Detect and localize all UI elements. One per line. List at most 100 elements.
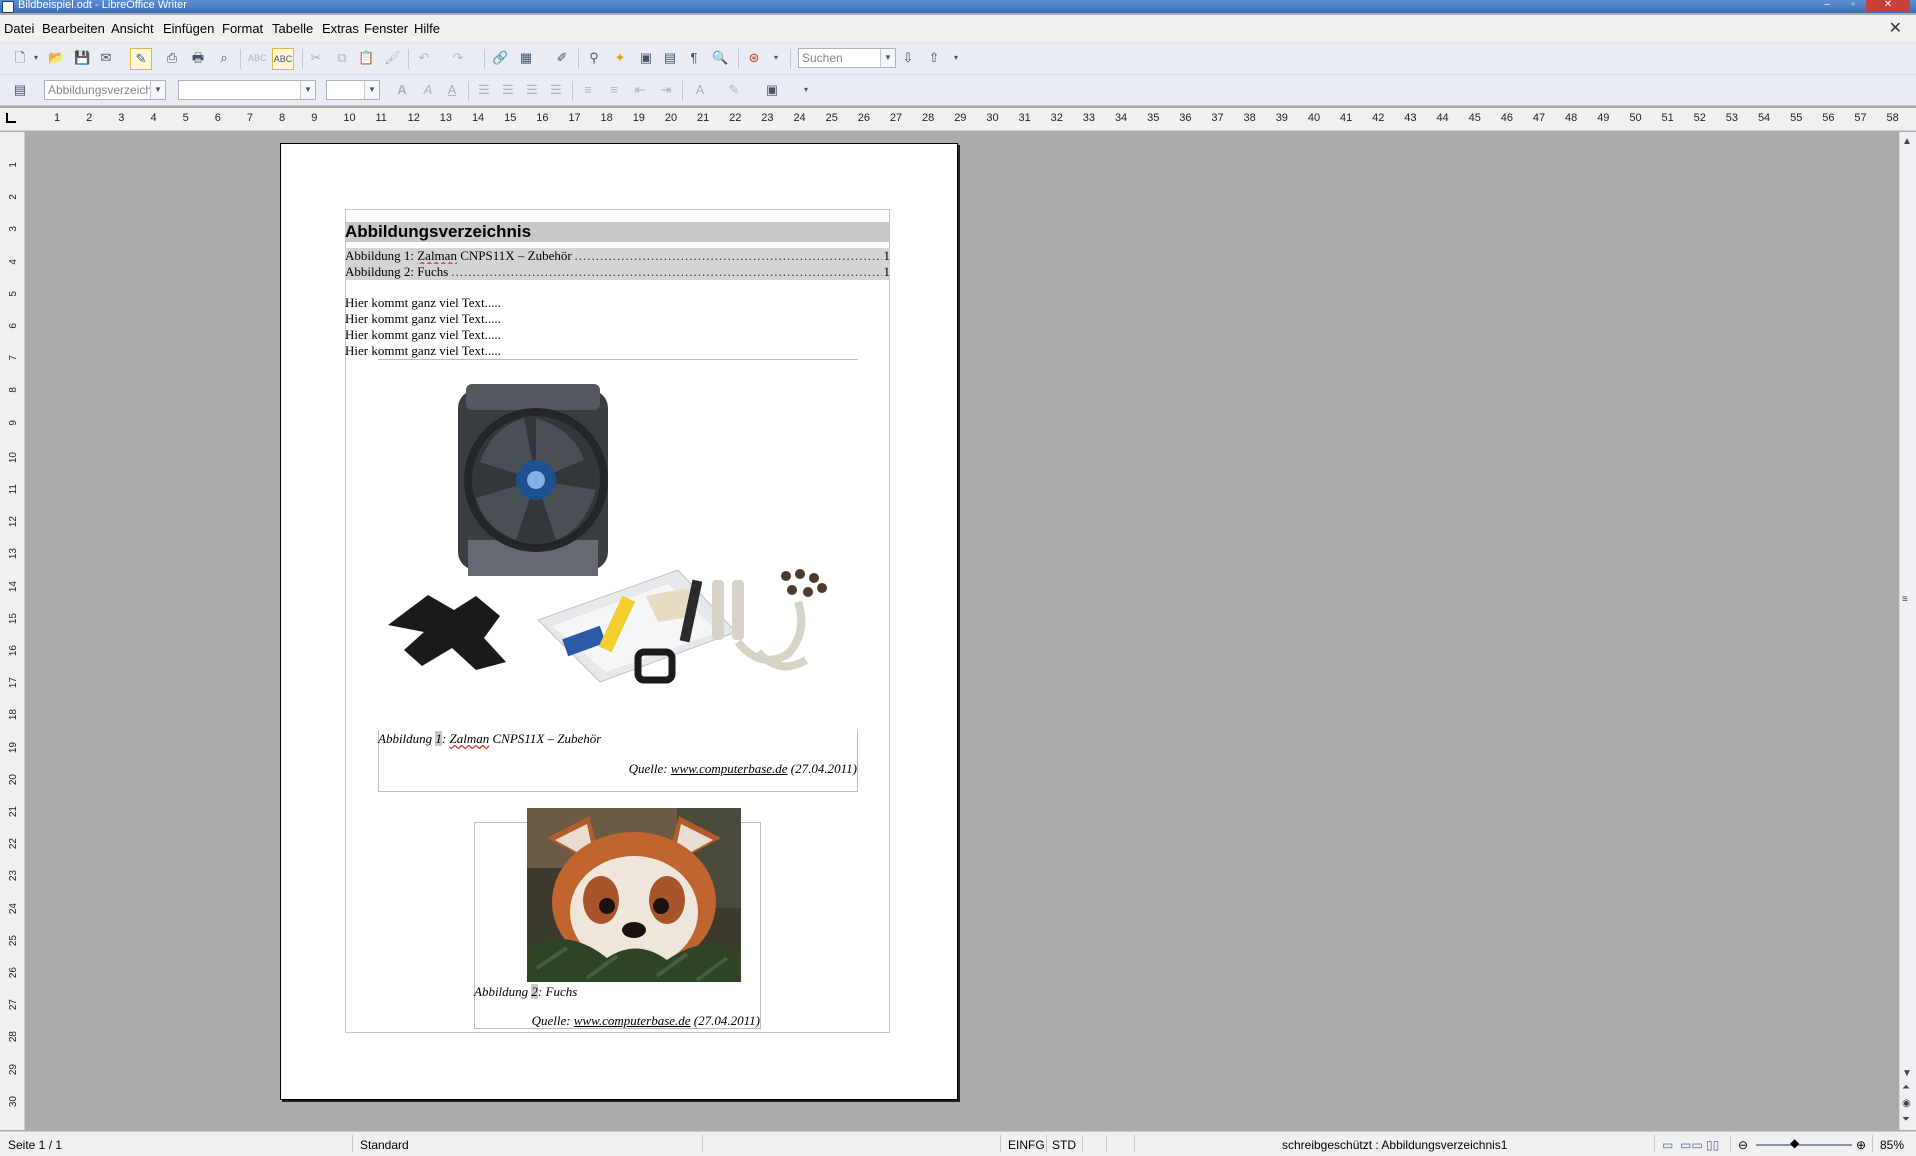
- numbering-icon[interactable]: ≡: [580, 82, 596, 98]
- cut-icon[interactable]: ✂: [308, 50, 324, 66]
- new-document-icon[interactable]: 🗋: [12, 50, 28, 66]
- copy-icon[interactable]: ⧉: [334, 50, 350, 66]
- help-icon[interactable]: ⊛: [746, 50, 762, 66]
- vertical-ruler[interactable]: 1 2 3 4 5 6 7 8 9 10 11 12 13 14 15 16 17 18 19 20 21 22 23 24 2…: [0, 132, 25, 1130]
- find-previous-icon[interactable]: ⇧: [926, 50, 942, 66]
- close-document-icon[interactable]: ✕: [1889, 18, 1902, 38]
- align-center-icon[interactable]: ☰: [500, 82, 516, 98]
- previous-page-icon[interactable]: ⏶: [1902, 1082, 1910, 1093]
- underline-icon[interactable]: A: [444, 82, 460, 98]
- maximize-button[interactable]: ▫: [1840, 0, 1866, 12]
- zoom-in-icon[interactable]: ⊕: [1856, 1138, 1866, 1152]
- page-count[interactable]: Seite 1 / 1: [8, 1138, 62, 1152]
- background-color-icon[interactable]: ▣: [764, 82, 780, 98]
- scroll-thumb-grip-icon[interactable]: ≡: [1902, 594, 1908, 605]
- vertical-scrollbar[interactable]: ▲ ≡ ▼ ⏶ ◉ ⏷: [1899, 132, 1916, 1130]
- source-link[interactable]: www.computerbase.de: [671, 761, 788, 776]
- figure-1-caption[interactable]: Abbildung 1: Zalman CNPS11X – Zubehör: [378, 731, 601, 747]
- align-right-icon[interactable]: ☰: [524, 82, 540, 98]
- search-input[interactable]: Suchen ▼: [798, 48, 896, 68]
- figure-2-caption[interactable]: Abbildung 2: Fuchs: [474, 984, 577, 1000]
- single-page-view-icon[interactable]: ▭: [1662, 1138, 1673, 1152]
- minimize-button[interactable]: –: [1814, 0, 1840, 12]
- search-dropdown-icon[interactable]: ▼: [880, 49, 895, 67]
- font-color-icon[interactable]: A: [692, 82, 708, 98]
- body-text-line[interactable]: Hier kommt ganz viel Text.....: [345, 295, 501, 311]
- menu-extras[interactable]: Extras: [322, 21, 359, 36]
- zoom-level[interactable]: 85%: [1880, 1138, 1904, 1152]
- format-toolbar-options-icon[interactable]: ▾: [802, 82, 810, 98]
- undo-icon[interactable]: ↶: [416, 50, 432, 66]
- font-size-dropdown-icon[interactable]: ▼: [364, 81, 379, 99]
- zoom-icon[interactable]: 🔍: [712, 50, 728, 66]
- find-replace-icon[interactable]: ⚲: [586, 50, 602, 66]
- bold-icon[interactable]: A: [394, 82, 410, 98]
- format-paintbrush-icon[interactable]: 🖌: [384, 50, 401, 66]
- page-style[interactable]: Standard: [360, 1138, 409, 1152]
- increase-indent-icon[interactable]: ⇥: [658, 82, 674, 98]
- menu-fenster[interactable]: Fenster: [364, 21, 408, 36]
- hyperlink-icon[interactable]: 🔗: [492, 50, 508, 66]
- body-text-line[interactable]: Hier kommt ganz viel Text.....: [345, 327, 501, 343]
- tab-stop-selector-icon[interactable]: [6, 113, 16, 123]
- spellcheck-icon[interactable]: ABC: [248, 50, 267, 66]
- gallery-icon[interactable]: ▣: [638, 50, 654, 66]
- search-toolbar-options-icon[interactable]: ▾: [952, 50, 960, 66]
- menu-format[interactable]: Format: [222, 21, 263, 36]
- menu-ansicht[interactable]: Ansicht: [111, 21, 154, 36]
- open-icon[interactable]: 📂: [48, 50, 64, 66]
- menu-einfuegen[interactable]: Einfügen: [163, 21, 214, 36]
- paragraph-style-dropdown-icon[interactable]: ▼: [150, 81, 165, 99]
- toc-entry[interactable]: ........................................…: [345, 264, 890, 280]
- body-text-line[interactable]: Hier kommt ganz viel Text.....: [345, 343, 501, 359]
- auto-spellcheck-icon[interactable]: ABC: [272, 48, 294, 70]
- zoom-slider-handle-icon[interactable]: ◆: [1790, 1136, 1799, 1150]
- menu-tabelle[interactable]: Tabelle: [272, 21, 313, 36]
- insert-mode[interactable]: EINFG: [1008, 1138, 1045, 1152]
- multi-page-view-icon[interactable]: ▭▭: [1680, 1138, 1703, 1152]
- table-icon[interactable]: ▦: [518, 50, 534, 66]
- zoom-out-icon[interactable]: ⊖: [1738, 1138, 1748, 1152]
- styles-formatting-icon[interactable]: ▤: [12, 82, 28, 98]
- edit-mode-icon[interactable]: ✎: [130, 48, 152, 70]
- body-text-line[interactable]: Hier kommt ganz viel Text.....: [345, 311, 501, 327]
- italic-icon[interactable]: A: [420, 82, 436, 98]
- figure-1-source[interactable]: Quelle: www.computerbase.de (27.04.2011): [629, 761, 857, 777]
- selection-mode[interactable]: STD: [1052, 1138, 1076, 1152]
- new-dropdown-icon[interactable]: ▾: [32, 50, 40, 66]
- save-icon[interactable]: 💾: [74, 50, 90, 66]
- decrease-indent-icon[interactable]: ⇤: [632, 82, 648, 98]
- align-left-icon[interactable]: ☰: [476, 82, 492, 98]
- menu-hilfe[interactable]: Hilfe: [414, 21, 440, 36]
- formatting-marks-icon[interactable]: ¶: [686, 50, 702, 66]
- zoom-slider[interactable]: [1756, 1144, 1852, 1146]
- scroll-down-icon[interactable]: ▼: [1902, 1068, 1912, 1079]
- redo-icon[interactable]: ↷: [450, 50, 466, 66]
- show-draw-functions-icon[interactable]: ✐: [554, 50, 570, 66]
- print-preview-icon[interactable]: ⌕: [216, 50, 232, 66]
- horizontal-ruler[interactable]: 1 2 3 4 5 6 7 8 9 10 11 12 13 14 15 16 17 18 19 20 21 22 23 24 2…: [0, 108, 1916, 131]
- paragraph-style-select[interactable]: Abbildungsverzeich ▼: [44, 80, 166, 100]
- font-name-select[interactable]: ▼: [178, 80, 316, 100]
- paste-icon[interactable]: 📋: [358, 50, 374, 66]
- scroll-up-icon[interactable]: ▲: [1902, 136, 1912, 147]
- bullets-icon[interactable]: ≡: [606, 82, 622, 98]
- close-window-button[interactable]: ✕: [1866, 0, 1910, 12]
- next-page-icon[interactable]: ⏷: [1902, 1114, 1910, 1125]
- cpu-cooler-image[interactable]: [388, 370, 848, 690]
- justify-icon[interactable]: ☰: [548, 82, 564, 98]
- toc-entry[interactable]: ........................................…: [345, 248, 890, 264]
- menu-datei[interactable]: Datei: [4, 21, 34, 36]
- menu-bearbeiten[interactable]: Bearbeiten: [42, 21, 105, 36]
- source-link[interactable]: www.computerbase.de: [574, 1013, 691, 1028]
- toc-title[interactable]: Abbildungsverzeichnis: [345, 222, 890, 242]
- navigation-icon[interactable]: ◉: [1902, 1098, 1911, 1109]
- book-view-icon[interactable]: ▯▯: [1706, 1138, 1719, 1152]
- print-icon[interactable]: 🖶: [190, 50, 206, 66]
- figure-2-source[interactable]: Quelle: www.computerbase.de (27.04.2011): [532, 1013, 760, 1029]
- font-name-dropdown-icon[interactable]: ▼: [300, 81, 315, 99]
- data-sources-icon[interactable]: ▤: [662, 50, 678, 66]
- find-next-icon[interactable]: ⇩: [900, 50, 916, 66]
- toolbar-options-icon[interactable]: ▾: [772, 50, 780, 66]
- export-pdf-icon[interactable]: ⎙: [164, 50, 180, 66]
